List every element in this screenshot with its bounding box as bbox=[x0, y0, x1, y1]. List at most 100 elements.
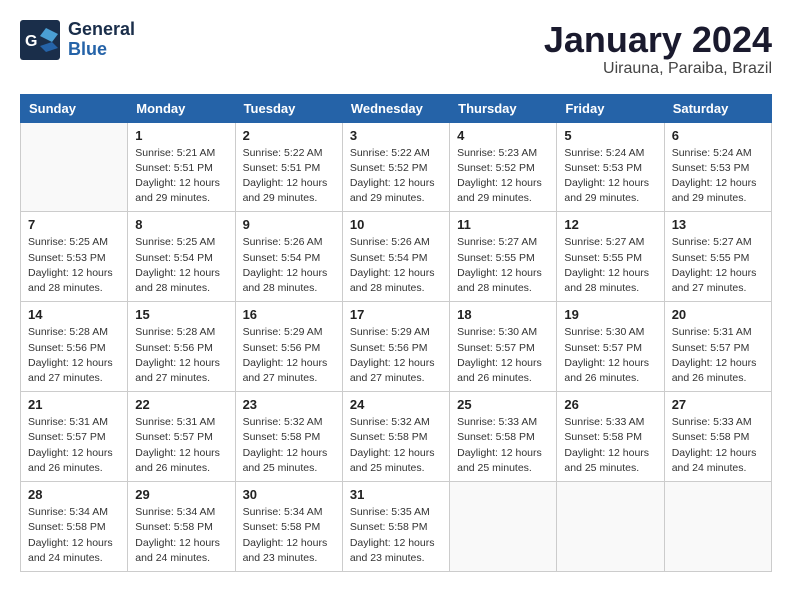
day-detail: Sunrise: 5:33 AMSunset: 5:58 PMDaylight:… bbox=[564, 415, 656, 476]
day-number: 20 bbox=[672, 307, 764, 322]
day-number: 31 bbox=[350, 487, 442, 502]
calendar-cell: 26 Sunrise: 5:33 AMSunset: 5:58 PMDayligh… bbox=[557, 392, 664, 482]
day-detail: Sunrise: 5:23 AMSunset: 5:52 PMDaylight:… bbox=[457, 146, 549, 207]
day-number: 4 bbox=[457, 128, 549, 143]
calendar-cell: 2Sunrise: 5:22 AMSunset: 5:51 PMDaylight… bbox=[235, 122, 342, 212]
weekday-header-friday: Friday bbox=[557, 94, 664, 122]
calendar-cell bbox=[450, 482, 557, 572]
calendar-cell: 31 Sunrise: 5:35 AMSunset: 5:58 PMDayligh… bbox=[342, 482, 449, 572]
day-detail: Sunrise: 5:29 AMSunset: 5:56 PMDaylight:… bbox=[243, 325, 335, 386]
calendar-cell: 7 Sunrise: 5:25 AMSunset: 5:53 PMDaylight… bbox=[21, 212, 128, 302]
day-number: 11 bbox=[457, 217, 549, 232]
day-number: 9 bbox=[243, 217, 335, 232]
calendar-cell: 13Sunrise: 5:27 AMSunset: 5:55 PMDayligh… bbox=[664, 212, 771, 302]
day-detail: Sunrise: 5:31 AMSunset: 5:57 PMDaylight:… bbox=[135, 415, 227, 476]
calendar-cell: 30 Sunrise: 5:34 AMSunset: 5:58 PMDayligh… bbox=[235, 482, 342, 572]
calendar-cell: 5Sunrise: 5:24 AMSunset: 5:53 PMDaylight… bbox=[557, 122, 664, 212]
calendar-cell: 24 Sunrise: 5:32 AMSunset: 5:58 PMDayligh… bbox=[342, 392, 449, 482]
day-detail: Sunrise: 5:33 AMSunset: 5:58 PMDaylight:… bbox=[672, 415, 764, 476]
month-title: January 2024 bbox=[544, 20, 772, 60]
day-number: 19 bbox=[564, 307, 656, 322]
calendar-cell: 16Sunrise: 5:29 AMSunset: 5:56 PMDayligh… bbox=[235, 302, 342, 392]
weekday-header-thursday: Thursday bbox=[450, 94, 557, 122]
calendar-cell: 19 Sunrise: 5:30 AMSunset: 5:57 PMDayligh… bbox=[557, 302, 664, 392]
day-detail: Sunrise: 5:32 AMSunset: 5:58 PMDaylight:… bbox=[350, 415, 442, 476]
day-detail: Sunrise: 5:35 AMSunset: 5:58 PMDaylight:… bbox=[350, 505, 442, 566]
calendar-cell: 6 Sunrise: 5:24 AMSunset: 5:53 PMDaylight… bbox=[664, 122, 771, 212]
weekday-header-monday: Monday bbox=[128, 94, 235, 122]
day-detail: Sunrise: 5:22 AMSunset: 5:51 PMDaylight:… bbox=[243, 146, 335, 207]
calendar-cell: 29Sunrise: 5:34 AMSunset: 5:58 PMDayligh… bbox=[128, 482, 235, 572]
day-number: 17 bbox=[350, 307, 442, 322]
calendar-cell: 10 Sunrise: 5:26 AMSunset: 5:54 PMDayligh… bbox=[342, 212, 449, 302]
calendar-cell: 11Sunrise: 5:27 AMSunset: 5:55 PMDayligh… bbox=[450, 212, 557, 302]
logo-icon: G bbox=[20, 20, 60, 60]
day-number: 24 bbox=[350, 397, 442, 412]
weekday-header-sunday: Sunday bbox=[21, 94, 128, 122]
week-row-2: 7 Sunrise: 5:25 AMSunset: 5:53 PMDaylight… bbox=[21, 212, 772, 302]
day-number: 12 bbox=[564, 217, 656, 232]
week-row-1: 1Sunrise: 5:21 AMSunset: 5:51 PMDaylight… bbox=[21, 122, 772, 212]
day-number: 28 bbox=[28, 487, 120, 502]
day-detail: Sunrise: 5:24 AMSunset: 5:53 PMDaylight:… bbox=[672, 146, 764, 207]
title-block: January 2024 Uirauna, Paraiba, Brazil bbox=[544, 20, 772, 78]
day-number: 21 bbox=[28, 397, 120, 412]
calendar-cell: 25 Sunrise: 5:33 AMSunset: 5:58 PMDayligh… bbox=[450, 392, 557, 482]
day-detail: Sunrise: 5:30 AMSunset: 5:57 PMDaylight:… bbox=[564, 325, 656, 386]
day-detail: Sunrise: 5:32 AMSunset: 5:58 PMDaylight:… bbox=[243, 415, 335, 476]
day-number: 10 bbox=[350, 217, 442, 232]
day-detail: Sunrise: 5:28 AMSunset: 5:56 PMDaylight:… bbox=[135, 325, 227, 386]
day-detail: Sunrise: 5:28 AMSunset: 5:56 PMDaylight:… bbox=[28, 325, 120, 386]
page-header: G General Blue January 2024 Uirauna, Par… bbox=[20, 20, 772, 78]
calendar-cell: 27 Sunrise: 5:33 AMSunset: 5:58 PMDayligh… bbox=[664, 392, 771, 482]
svg-text:G: G bbox=[25, 33, 37, 50]
day-detail: Sunrise: 5:31 AMSunset: 5:57 PMDaylight:… bbox=[672, 325, 764, 386]
day-detail: Sunrise: 5:29 AMSunset: 5:56 PMDaylight:… bbox=[350, 325, 442, 386]
calendar-cell bbox=[557, 482, 664, 572]
day-number: 7 bbox=[28, 217, 120, 232]
day-detail: Sunrise: 5:25 AMSunset: 5:53 PMDaylight:… bbox=[28, 235, 120, 296]
day-detail: Sunrise: 5:27 AMSunset: 5:55 PMDaylight:… bbox=[672, 235, 764, 296]
weekday-header-row: SundayMondayTuesdayWednesdayThursdayFrid… bbox=[21, 94, 772, 122]
weekday-header-saturday: Saturday bbox=[664, 94, 771, 122]
weekday-header-wednesday: Wednesday bbox=[342, 94, 449, 122]
calendar-cell: 20 Sunrise: 5:31 AMSunset: 5:57 PMDayligh… bbox=[664, 302, 771, 392]
day-number: 23 bbox=[243, 397, 335, 412]
calendar-cell: 8 Sunrise: 5:25 AMSunset: 5:54 PMDaylight… bbox=[128, 212, 235, 302]
day-number: 15 bbox=[135, 307, 227, 322]
day-number: 18 bbox=[457, 307, 549, 322]
day-number: 25 bbox=[457, 397, 549, 412]
location: Uirauna, Paraiba, Brazil bbox=[544, 60, 772, 78]
calendar-cell: 1Sunrise: 5:21 AMSunset: 5:51 PMDaylight… bbox=[128, 122, 235, 212]
day-detail: Sunrise: 5:34 AMSunset: 5:58 PMDaylight:… bbox=[135, 505, 227, 566]
day-number: 14 bbox=[28, 307, 120, 322]
day-detail: Sunrise: 5:33 AMSunset: 5:58 PMDaylight:… bbox=[457, 415, 549, 476]
weekday-header-tuesday: Tuesday bbox=[235, 94, 342, 122]
day-number: 30 bbox=[243, 487, 335, 502]
day-detail: Sunrise: 5:27 AMSunset: 5:55 PMDaylight:… bbox=[564, 235, 656, 296]
day-number: 8 bbox=[135, 217, 227, 232]
calendar-cell: 23 Sunrise: 5:32 AMSunset: 5:58 PMDayligh… bbox=[235, 392, 342, 482]
calendar-cell: 3Sunrise: 5:22 AMSunset: 5:52 PMDaylight… bbox=[342, 122, 449, 212]
day-detail: Sunrise: 5:26 AMSunset: 5:54 PMDaylight:… bbox=[350, 235, 442, 296]
day-number: 6 bbox=[672, 128, 764, 143]
day-number: 5 bbox=[564, 128, 656, 143]
calendar-cell: 21 Sunrise: 5:31 AMSunset: 5:57 PMDayligh… bbox=[21, 392, 128, 482]
day-number: 26 bbox=[564, 397, 656, 412]
day-detail: Sunrise: 5:31 AMSunset: 5:57 PMDaylight:… bbox=[28, 415, 120, 476]
calendar-cell: 9Sunrise: 5:26 AMSunset: 5:54 PMDaylight… bbox=[235, 212, 342, 302]
calendar-cell: 17 Sunrise: 5:29 AMSunset: 5:56 PMDayligh… bbox=[342, 302, 449, 392]
day-detail: Sunrise: 5:34 AMSunset: 5:58 PMDaylight:… bbox=[243, 505, 335, 566]
day-detail: Sunrise: 5:25 AMSunset: 5:54 PMDaylight:… bbox=[135, 235, 227, 296]
calendar-cell: 28Sunrise: 5:34 AMSunset: 5:58 PMDayligh… bbox=[21, 482, 128, 572]
calendar-cell: 4 Sunrise: 5:23 AMSunset: 5:52 PMDaylight… bbox=[450, 122, 557, 212]
calendar-cell: 18 Sunrise: 5:30 AMSunset: 5:57 PMDayligh… bbox=[450, 302, 557, 392]
calendar-table: SundayMondayTuesdayWednesdayThursdayFrid… bbox=[20, 94, 772, 572]
calendar-cell bbox=[664, 482, 771, 572]
week-row-4: 21 Sunrise: 5:31 AMSunset: 5:57 PMDayligh… bbox=[21, 392, 772, 482]
day-number: 27 bbox=[672, 397, 764, 412]
calendar-cell: 12 Sunrise: 5:27 AMSunset: 5:55 PMDayligh… bbox=[557, 212, 664, 302]
day-detail: Sunrise: 5:30 AMSunset: 5:57 PMDaylight:… bbox=[457, 325, 549, 386]
calendar-cell bbox=[21, 122, 128, 212]
day-detail: Sunrise: 5:22 AMSunset: 5:52 PMDaylight:… bbox=[350, 146, 442, 207]
